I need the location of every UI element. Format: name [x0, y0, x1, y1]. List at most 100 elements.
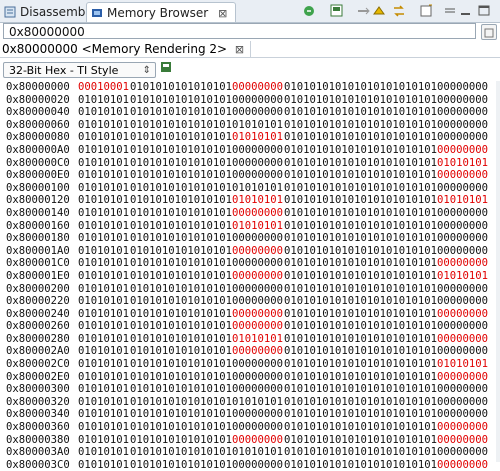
memory-word[interactable]: 01010101 — [284, 421, 335, 434]
memory-word[interactable]: 01010101 — [130, 371, 181, 384]
memory-word[interactable]: 01010101 — [130, 131, 181, 144]
memory-word[interactable]: 01010101 — [78, 371, 129, 384]
memory-word[interactable]: 01010101 — [335, 257, 386, 270]
memory-word[interactable]: 01010101 — [386, 182, 437, 195]
memory-word[interactable]: 01010101 — [78, 182, 129, 195]
memory-word[interactable]: 01010101 — [78, 308, 129, 321]
memory-word[interactable]: 00000000 — [232, 320, 283, 333]
view-menu-icon[interactable] — [442, 4, 458, 18]
import-icon[interactable] — [372, 4, 388, 18]
memory-word[interactable]: 01010101 — [78, 106, 129, 119]
memory-word[interactable]: 00000000 — [232, 383, 283, 396]
memory-word[interactable]: 01010101 — [78, 157, 129, 170]
minimize-icon[interactable] — [458, 4, 474, 18]
memory-word[interactable]: 01010101 — [232, 194, 283, 207]
memory-word[interactable]: 01010101 — [284, 245, 335, 258]
memory-word[interactable]: 01010101 — [386, 371, 437, 384]
memory-word[interactable]: 01010101 — [335, 131, 386, 144]
memory-word[interactable]: 00000000 — [232, 345, 283, 358]
memory-word[interactable]: 01010101 — [130, 283, 181, 296]
memory-word[interactable]: 01010101 — [386, 283, 437, 296]
memory-word[interactable]: 01010101 — [78, 358, 129, 371]
memory-word[interactable]: 01010101 — [78, 320, 129, 333]
memory-word[interactable]: 00000000 — [232, 408, 283, 421]
memory-word[interactable]: 00000000 — [232, 232, 283, 245]
memory-word[interactable]: 01010101 — [284, 169, 335, 182]
memory-word[interactable]: 01010101 — [386, 270, 437, 283]
address-input[interactable]: 0x80000000 — [3, 23, 476, 39]
memory-word[interactable]: 01010101 — [78, 434, 129, 447]
memory-word[interactable]: 01010101 — [181, 232, 232, 245]
memory-word[interactable]: 01010101 — [181, 308, 232, 321]
memory-word[interactable]: 01010101 — [78, 257, 129, 270]
memory-word[interactable]: 01010101 — [78, 421, 129, 434]
memory-word[interactable]: 01010101 — [130, 169, 181, 182]
memory-word[interactable]: 00000000 — [232, 283, 283, 296]
memory-word[interactable]: 01010101 — [78, 459, 129, 471]
memory-word[interactable]: 01010101 — [78, 333, 129, 346]
memory-word[interactable]: 00000000 — [232, 459, 283, 471]
memory-word[interactable]: 01010101 — [284, 446, 335, 459]
memory-word[interactable]: 00000000 — [437, 220, 488, 233]
memory-word[interactable]: 01010101 — [78, 144, 129, 157]
memory-word[interactable]: 01010101 — [386, 169, 437, 182]
memory-word[interactable]: 01010101 — [437, 157, 488, 170]
memory-word[interactable]: 01010101 — [232, 182, 283, 195]
memory-word[interactable]: 01010101 — [130, 295, 181, 308]
new-tab-button[interactable] — [481, 24, 497, 40]
memory-word[interactable]: 00010001 — [78, 81, 129, 94]
memory-word[interactable]: 01010101 — [130, 270, 181, 283]
memory-word[interactable]: 01010101 — [386, 421, 437, 434]
memory-word[interactable]: 01010101 — [335, 421, 386, 434]
memory-word[interactable]: 01010101 — [386, 144, 437, 157]
memory-word[interactable]: 01010101 — [284, 270, 335, 283]
memory-word[interactable]: 00000000 — [232, 257, 283, 270]
memory-word[interactable]: 01010101 — [386, 106, 437, 119]
memory-word[interactable]: 01010101 — [181, 81, 232, 94]
memory-word[interactable]: 01010101 — [335, 434, 386, 447]
tab-disassembly[interactable]: Disassembly — [0, 2, 96, 22]
memory-word[interactable]: 01010101 — [130, 421, 181, 434]
memory-word[interactable]: 01010101 — [130, 396, 181, 409]
memory-word[interactable]: 01010101 — [437, 270, 488, 283]
memory-word[interactable]: 01010101 — [181, 434, 232, 447]
memory-word[interactable]: 01010101 — [386, 459, 437, 471]
memory-word[interactable]: 01010101 — [335, 396, 386, 409]
memory-word[interactable]: 01010101 — [386, 358, 437, 371]
memory-word[interactable]: 01010101 — [130, 446, 181, 459]
memory-word[interactable]: 01010101 — [232, 396, 283, 409]
refresh-icon[interactable] — [302, 4, 318, 18]
memory-word[interactable]: 01010101 — [335, 94, 386, 107]
memory-word[interactable]: 01010101 — [386, 157, 437, 170]
memory-word[interactable]: 01010101 — [78, 396, 129, 409]
memory-word[interactable]: 01010101 — [130, 459, 181, 471]
memory-word[interactable]: 01010101 — [335, 119, 386, 132]
memory-word[interactable]: 01010101 — [130, 119, 181, 132]
vertical-scrollbar[interactable] — [496, 81, 500, 462]
memory-word[interactable]: 01010101 — [335, 169, 386, 182]
memory-word[interactable]: 01010101 — [232, 119, 283, 132]
memory-word[interactable]: 01010101 — [284, 383, 335, 396]
memory-word[interactable]: 00000000 — [437, 257, 488, 270]
memory-word[interactable]: 01010101 — [386, 81, 437, 94]
memory-word[interactable]: 00000000 — [232, 421, 283, 434]
memory-word[interactable]: 01010101 — [284, 144, 335, 157]
memory-word[interactable]: 01010101 — [335, 81, 386, 94]
memory-word[interactable]: 01010101 — [232, 131, 283, 144]
maximize-icon[interactable] — [476, 4, 492, 18]
memory-word[interactable]: 00000000 — [437, 459, 488, 471]
memory-word[interactable]: 01010101 — [284, 459, 335, 471]
memory-word[interactable]: 01010101 — [335, 283, 386, 296]
memory-word[interactable]: 01010101 — [181, 283, 232, 296]
memory-word[interactable]: 01010101 — [181, 371, 232, 384]
link-icon[interactable] — [356, 4, 372, 18]
memory-word[interactable]: 01010101 — [130, 220, 181, 233]
memory-word[interactable]: 01010101 — [335, 358, 386, 371]
memory-word[interactable]: 01010101 — [386, 194, 437, 207]
memory-word[interactable]: 01010101 — [437, 194, 488, 207]
memory-word[interactable]: 01010101 — [181, 144, 232, 157]
memory-word[interactable]: 01010101 — [335, 446, 386, 459]
memory-word[interactable]: 00000000 — [232, 157, 283, 170]
memory-word[interactable]: 01010101 — [78, 283, 129, 296]
memory-word[interactable]: 01010101 — [78, 295, 129, 308]
